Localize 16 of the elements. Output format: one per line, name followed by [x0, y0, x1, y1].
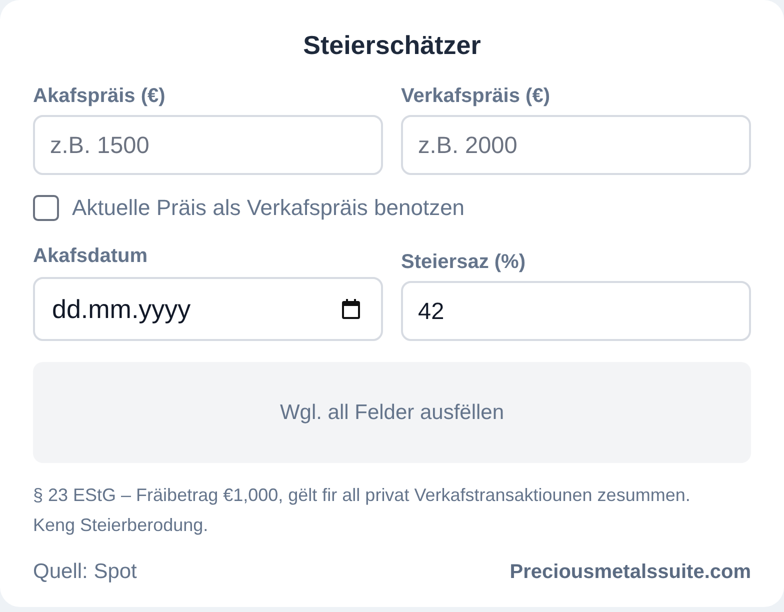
disclaimer-text: § 23 EStG – Fräibetrag €1,000, gëlt fir all privat Verkafstransaktiounen zesummen. Keng Steierberodung. [33, 484, 692, 537]
source-text: Quell: Spot [33, 559, 137, 585]
brand-link[interactable]: Preciousmetalssuite.com [510, 558, 751, 586]
date-field[interactable]: dd.mm.yyyy [33, 277, 383, 341]
checkbox[interactable] [33, 195, 59, 221]
checkbox-label: Aktuelle Präis als Verkafspräis benotzen [72, 195, 465, 221]
field-label: Verkafspräis (€) [401, 84, 550, 108]
field-label: Akafspräis (€) [33, 84, 166, 108]
field-label: Steiersaz (%) [401, 250, 526, 274]
number-field[interactable]: z.B. 2000 [401, 115, 751, 175]
field-label: Akafsdatum [33, 244, 148, 268]
calendar-icon[interactable] [342, 299, 360, 319]
form-title: Steierschätzer [303, 29, 481, 62]
result-panel: Wgl. all Felder ausfëllen [33, 362, 751, 463]
number-field[interactable]: 42 [401, 281, 751, 341]
number-field[interactable]: z.B. 1500 [33, 115, 383, 175]
